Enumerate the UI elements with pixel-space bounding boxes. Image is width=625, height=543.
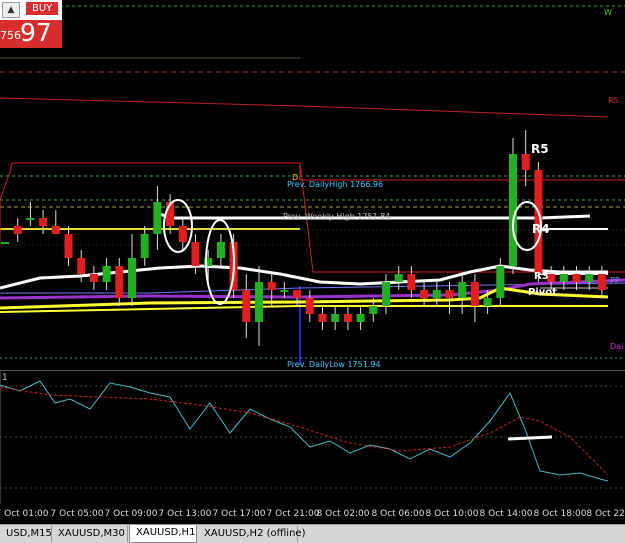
buy-price-button[interactable]: 756 97 — [0, 18, 62, 48]
prev-daily-low-label: Prev. DailyLow 1751.94 — [287, 360, 381, 369]
bear-candle — [305, 298, 314, 314]
bull-candle — [369, 306, 378, 314]
price-big-digits: 97 — [20, 18, 52, 47]
pp-right-label: PP — [610, 276, 620, 285]
bull-candle — [331, 314, 340, 322]
bear-candle — [39, 218, 48, 226]
indicator-label: 1 — [2, 373, 8, 383]
indicator-signal-line — [0, 380, 609, 482]
bull-candle — [153, 202, 162, 234]
prev-daily-high-label: Prev. DailyHigh 1766.96 — [287, 180, 384, 189]
pivot-label: Pivot — [528, 287, 557, 298]
bear-candle — [64, 234, 73, 258]
bull-candle — [280, 290, 289, 292]
bull-candle — [382, 282, 390, 306]
indicator-chart[interactable] — [0, 371, 625, 504]
bear-candle — [521, 154, 530, 170]
bear-candle — [242, 290, 251, 322]
bull-candle — [483, 298, 492, 306]
prev-daily-high-line — [9, 162, 625, 181]
r3-label: R3 — [534, 271, 549, 282]
bear-candle — [572, 274, 581, 282]
time-tick-label: 7 Oct 05:00 — [50, 509, 104, 519]
r4-label: R4 — [532, 222, 550, 236]
bull-candle — [128, 258, 136, 298]
d-level-label: D — [292, 173, 299, 182]
chart-tab-bar: USD,M15 XAUUSD,M30 XAUUSD,H1 XAUUSD,H2 (off… — [0, 524, 625, 543]
yellow-ma-2 — [0, 305, 608, 313]
time-tick-label: 8 Oct 06:00 — [371, 509, 425, 519]
time-tick-label: 8 Oct 10:00 — [425, 509, 479, 519]
bull-candle — [26, 218, 35, 220]
bull-candle — [1, 242, 9, 244]
bear-candle — [293, 290, 302, 298]
time-tick-label: 8 Oct 22:0 — [586, 509, 625, 519]
weekly-level-label: W — [604, 8, 612, 17]
buy-button[interactable]: BUY — [26, 2, 59, 15]
time-tick-label: 8 Oct 02:00 — [316, 509, 370, 519]
indicator-annotation-line — [507, 435, 553, 441]
bull-candle — [432, 290, 441, 298]
red-step — [0, 171, 11, 244]
price-small-digits: 756 — [0, 29, 21, 42]
daily-right-label: Dai — [610, 342, 624, 351]
r5-right-label: R5 — [608, 96, 619, 105]
indicator-ma-line — [0, 386, 609, 476]
time-tick-label: 7 Oct 01:00 — [0, 509, 49, 519]
chart-tab[interactable]: XAUUSD,H1 — [129, 525, 197, 543]
bull-candle — [458, 282, 467, 298]
chart-tab[interactable]: USD,M15 — [0, 526, 52, 542]
bull-candle — [394, 274, 403, 282]
time-tick-label: 7 Oct 13:00 — [158, 509, 212, 519]
bear-candle — [470, 282, 479, 306]
time-tick-label: 7 Oct 09:00 — [104, 509, 158, 519]
time-tick-label: 8 Oct 18:00 — [533, 509, 587, 519]
bull-candle — [356, 314, 365, 322]
collapse-icon[interactable]: ▲ — [2, 2, 20, 18]
time-tick-label: 8 Oct 14:00 — [479, 509, 533, 519]
bear-candle — [318, 314, 327, 322]
bull-candle — [216, 242, 225, 258]
bear-candle — [407, 274, 416, 290]
chart-tab[interactable]: XAUUSD,M30 — [52, 526, 128, 542]
bull-candle — [140, 234, 149, 258]
chart-tab[interactable]: XAUUSD,H2 (offline) — [198, 526, 305, 542]
trade-panel-header: ▲ BUY — [0, 0, 62, 20]
bear-candle — [445, 290, 454, 298]
bear-candle — [77, 258, 86, 274]
bear-candle — [267, 282, 276, 290]
bear-candle — [13, 226, 22, 234]
bear-candle — [191, 242, 200, 266]
prev-weekly-high-label: Prev. Weekly High 1751.84 — [283, 212, 391, 221]
time-axis: 7 Oct 01:00 7 Oct 05:00 7 Oct 09:00 7 Oct 1… — [0, 504, 625, 524]
bear-candle — [178, 226, 187, 242]
bear-candle — [115, 266, 124, 298]
bear-candle — [89, 274, 98, 282]
bear-candle — [343, 314, 352, 322]
r5-label: R5 — [531, 142, 549, 156]
time-tick-label: 7 Oct 17:00 — [212, 509, 266, 519]
bull-candle — [585, 274, 594, 282]
time-tick-label: 7 Oct 21:00 — [266, 509, 320, 519]
bear-candle — [597, 274, 606, 290]
bull-candle — [255, 282, 263, 322]
bear-candle — [51, 226, 60, 234]
bear-candle — [420, 290, 429, 298]
bull-candle — [559, 274, 568, 282]
r5-trend-line — [0, 97, 609, 118]
bull-candle — [496, 266, 505, 298]
one-click-trade-panel: ▲ BUY 756 97 — [0, 0, 62, 48]
bull-candle — [102, 266, 111, 282]
